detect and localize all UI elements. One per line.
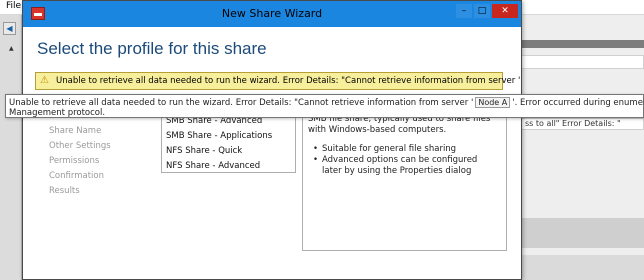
- wizard-steps: Share Name Other Settings Permissions Co…: [49, 124, 111, 199]
- step-results: Results: [49, 186, 80, 196]
- close-button[interactable]: ✕: [492, 4, 518, 18]
- warning-text: Unable to retrieve all data needed to ru…: [56, 76, 522, 86]
- step-other-settings: Other Settings: [49, 141, 111, 151]
- warning-icon: ⚠: [40, 75, 49, 86]
- background-left-pane: [0, 15, 22, 280]
- tooltip-line-2: Management protocol.: [9, 108, 106, 118]
- list-item[interactable]: NFS Share - Quick: [162, 144, 295, 159]
- file-share-profile-list[interactable]: SMB Share - Advanced SMB Share - Applica…: [161, 114, 296, 173]
- step-permissions: Permissions: [49, 156, 100, 166]
- minimize-button[interactable]: –: [456, 4, 472, 18]
- menu-file[interactable]: File: [6, 1, 21, 11]
- tooltip-line-1: Unable to retrieve all data needed to ru…: [9, 97, 644, 108]
- background-field: [520, 55, 644, 69]
- background-header-bar: [520, 40, 644, 48]
- new-share-wizard-window: New Share Wizard – □ ✕ Select the profil…: [22, 0, 522, 280]
- profile-description-panel: SMB file share, typically used to share …: [302, 109, 507, 251]
- warning-banner[interactable]: ⚠ Unable to retrieve all data needed to …: [35, 72, 520, 90]
- redacted-server-name: [521, 77, 522, 85]
- list-item[interactable]: SMB Share - Applications: [162, 129, 295, 144]
- background-panel: [520, 218, 644, 248]
- title-bar[interactable]: New Share Wizard – □ ✕: [23, 1, 521, 27]
- node-label: Node A: [475, 97, 511, 108]
- step-confirmation: Confirmation: [49, 171, 104, 181]
- window-title: New Share Wizard: [221, 7, 323, 20]
- bullet-item: Advanced options can be configured later…: [313, 155, 493, 177]
- error-tooltip: Unable to retrieve all data needed to ru…: [5, 94, 644, 118]
- step-share-name: Share Name: [49, 126, 102, 136]
- background-error-snippet: ss to all" Error Details: ": [520, 118, 644, 130]
- expand-triangle-icon[interactable]: ▲: [9, 45, 14, 52]
- list-item[interactable]: NFS Share - Advanced: [162, 159, 295, 174]
- desktop: File ◀ ▲ ss to all" Error Details: " New…: [0, 0, 644, 280]
- description-bullets: Suitable for general file sharing Advanc…: [313, 144, 493, 177]
- maximize-button[interactable]: □: [474, 4, 490, 18]
- back-arrow-icon[interactable]: ◀: [3, 22, 16, 35]
- bullet-item: Suitable for general file sharing: [313, 144, 493, 155]
- page-title: Select the profile for this share: [37, 39, 267, 58]
- background-panel-lower: [520, 255, 644, 280]
